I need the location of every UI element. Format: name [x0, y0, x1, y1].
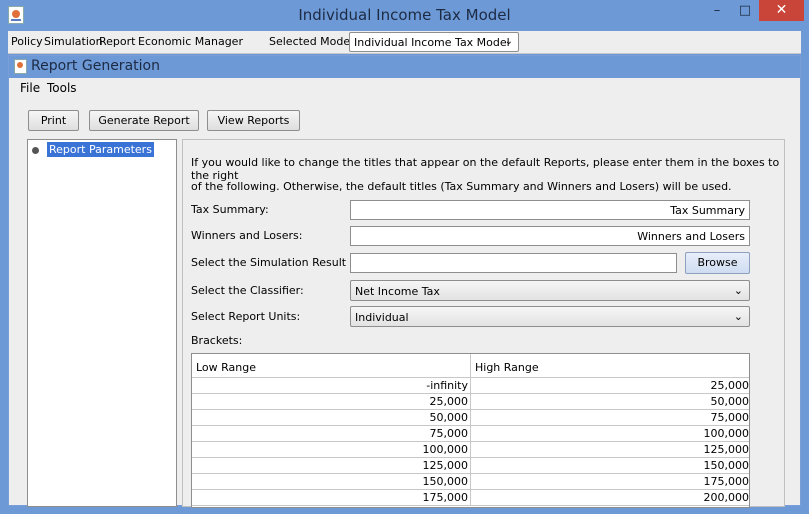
low-range-cell[interactable]: 175,000	[192, 490, 471, 506]
tree-leaf-icon	[32, 147, 39, 154]
generate-report-button[interactable]: Generate Report	[89, 110, 199, 131]
frame-title-bar: Report Generation	[9, 56, 800, 78]
view-reports-button[interactable]: View Reports	[207, 110, 300, 131]
menu-report[interactable]: Report	[99, 35, 135, 48]
intro-text-line-1: If you would like to change the titles t…	[191, 156, 780, 182]
column-header-label: High Range	[475, 361, 539, 374]
window-title-bar: Individual Income Tax Model – □ ✕	[0, 0, 809, 31]
table-row[interactable]: 25,000 50,000	[192, 394, 750, 410]
tax-summary-input-value: Tax Summary	[670, 204, 745, 217]
high-range-cell[interactable]: 25,000	[471, 378, 750, 394]
classifier-select[interactable]: Net Income Tax ⌄	[350, 280, 750, 301]
report-units-select-value: Individual	[355, 311, 409, 324]
low-range-cell[interactable]: 125,000	[192, 458, 471, 474]
minimize-button[interactable]: –	[704, 0, 730, 21]
low-range-cell[interactable]: 75,000	[192, 426, 471, 442]
tax-summary-label: Tax Summary:	[191, 203, 269, 216]
tree-item-report-parameters[interactable]: Report Parameters	[47, 142, 154, 157]
report-generation-frame: Report Generation File Tools Print Gener…	[8, 55, 801, 508]
low-range-cell[interactable]: -infinity	[192, 378, 471, 394]
model-select[interactable]: Individual Income Tax Model ⌄	[349, 32, 519, 52]
high-range-cell[interactable]: 150,000	[471, 458, 750, 474]
tax-summary-input[interactable]: Tax Summary	[350, 200, 750, 220]
simulation-result-set-label: Select the Simulation Result Set:	[191, 256, 372, 269]
table-row[interactable]: 100,000 125,000	[192, 442, 750, 458]
winners-losers-label: Winners and Losers:	[191, 229, 303, 242]
report-parameters-panel: If you would like to change the titles t…	[182, 139, 785, 508]
high-range-cell[interactable]: 125,000	[471, 442, 750, 458]
frame-menu-bar: File Tools	[9, 78, 800, 98]
low-range-cell[interactable]: 25,000	[192, 394, 471, 410]
intro-text-line-2: of the following. Otherwise, the default…	[191, 180, 732, 193]
model-select-value: Individual Income Tax Model	[354, 36, 510, 49]
column-header-low-range[interactable]: Low Range	[192, 354, 471, 378]
chevron-down-icon: ⌄	[733, 284, 743, 297]
brackets-table[interactable]: Low Range High Range -infinity 25,000 25…	[191, 353, 750, 508]
table-row[interactable]: 175,000 200,000	[192, 490, 750, 506]
brackets-label: Brackets:	[191, 334, 243, 347]
print-button[interactable]: Print	[28, 110, 79, 131]
menu-economic-manager[interactable]: Economic Manager	[138, 35, 243, 48]
maximize-button[interactable]: □	[732, 0, 758, 21]
report-units-label: Select Report Units:	[191, 310, 301, 323]
java-frame-icon[interactable]	[14, 59, 27, 74]
chevron-down-icon: ⌄	[733, 310, 743, 323]
table-row[interactable]: 125,000 150,000	[192, 458, 750, 474]
low-range-cell[interactable]: 100,000	[192, 442, 471, 458]
selected-model-label: Selected Model:	[269, 35, 357, 48]
table-row[interactable]: 150,000 175,000	[192, 474, 750, 490]
classifier-label: Select the Classifier:	[191, 284, 304, 297]
menu-tools[interactable]: Tools	[47, 81, 77, 95]
report-units-select[interactable]: Individual ⌄	[350, 306, 750, 327]
winners-losers-input[interactable]: Winners and Losers	[350, 226, 750, 246]
winners-losers-input-value: Winners and Losers	[637, 230, 745, 243]
high-range-cell[interactable]: 75,000	[471, 410, 750, 426]
high-range-cell[interactable]: 100,000	[471, 426, 750, 442]
low-range-cell[interactable]: 50,000	[192, 410, 471, 426]
menu-file[interactable]: File	[20, 81, 40, 95]
parameters-tree: Report Parameters	[27, 139, 177, 507]
table-row[interactable]: 50,000 75,000	[192, 410, 750, 426]
menu-policy[interactable]: Policy	[11, 35, 43, 48]
chevron-down-icon: ⌄	[504, 36, 513, 47]
frame-title: Report Generation	[31, 58, 160, 74]
main-menu-bar: Policy Simulation Report Economic Manage…	[8, 31, 801, 54]
high-range-cell[interactable]: 175,000	[471, 474, 750, 490]
classifier-select-value: Net Income Tax	[355, 285, 440, 298]
close-button[interactable]: ✕	[759, 0, 804, 21]
table-row[interactable]: 75,000 100,000	[192, 426, 750, 442]
window-title: Individual Income Tax Model	[298, 6, 511, 24]
browse-button[interactable]: Browse	[685, 252, 750, 274]
column-header-label: Low Range	[196, 361, 257, 374]
simulation-result-set-input[interactable]	[350, 253, 677, 273]
low-range-cell[interactable]: 150,000	[192, 474, 471, 490]
column-header-high-range[interactable]: High Range	[471, 354, 749, 378]
menu-simulation[interactable]: Simulation	[44, 35, 103, 48]
table-row[interactable]: -infinity 25,000	[192, 378, 750, 394]
high-range-cell[interactable]: 50,000	[471, 394, 750, 410]
high-range-cell[interactable]: 200,000	[471, 490, 750, 506]
